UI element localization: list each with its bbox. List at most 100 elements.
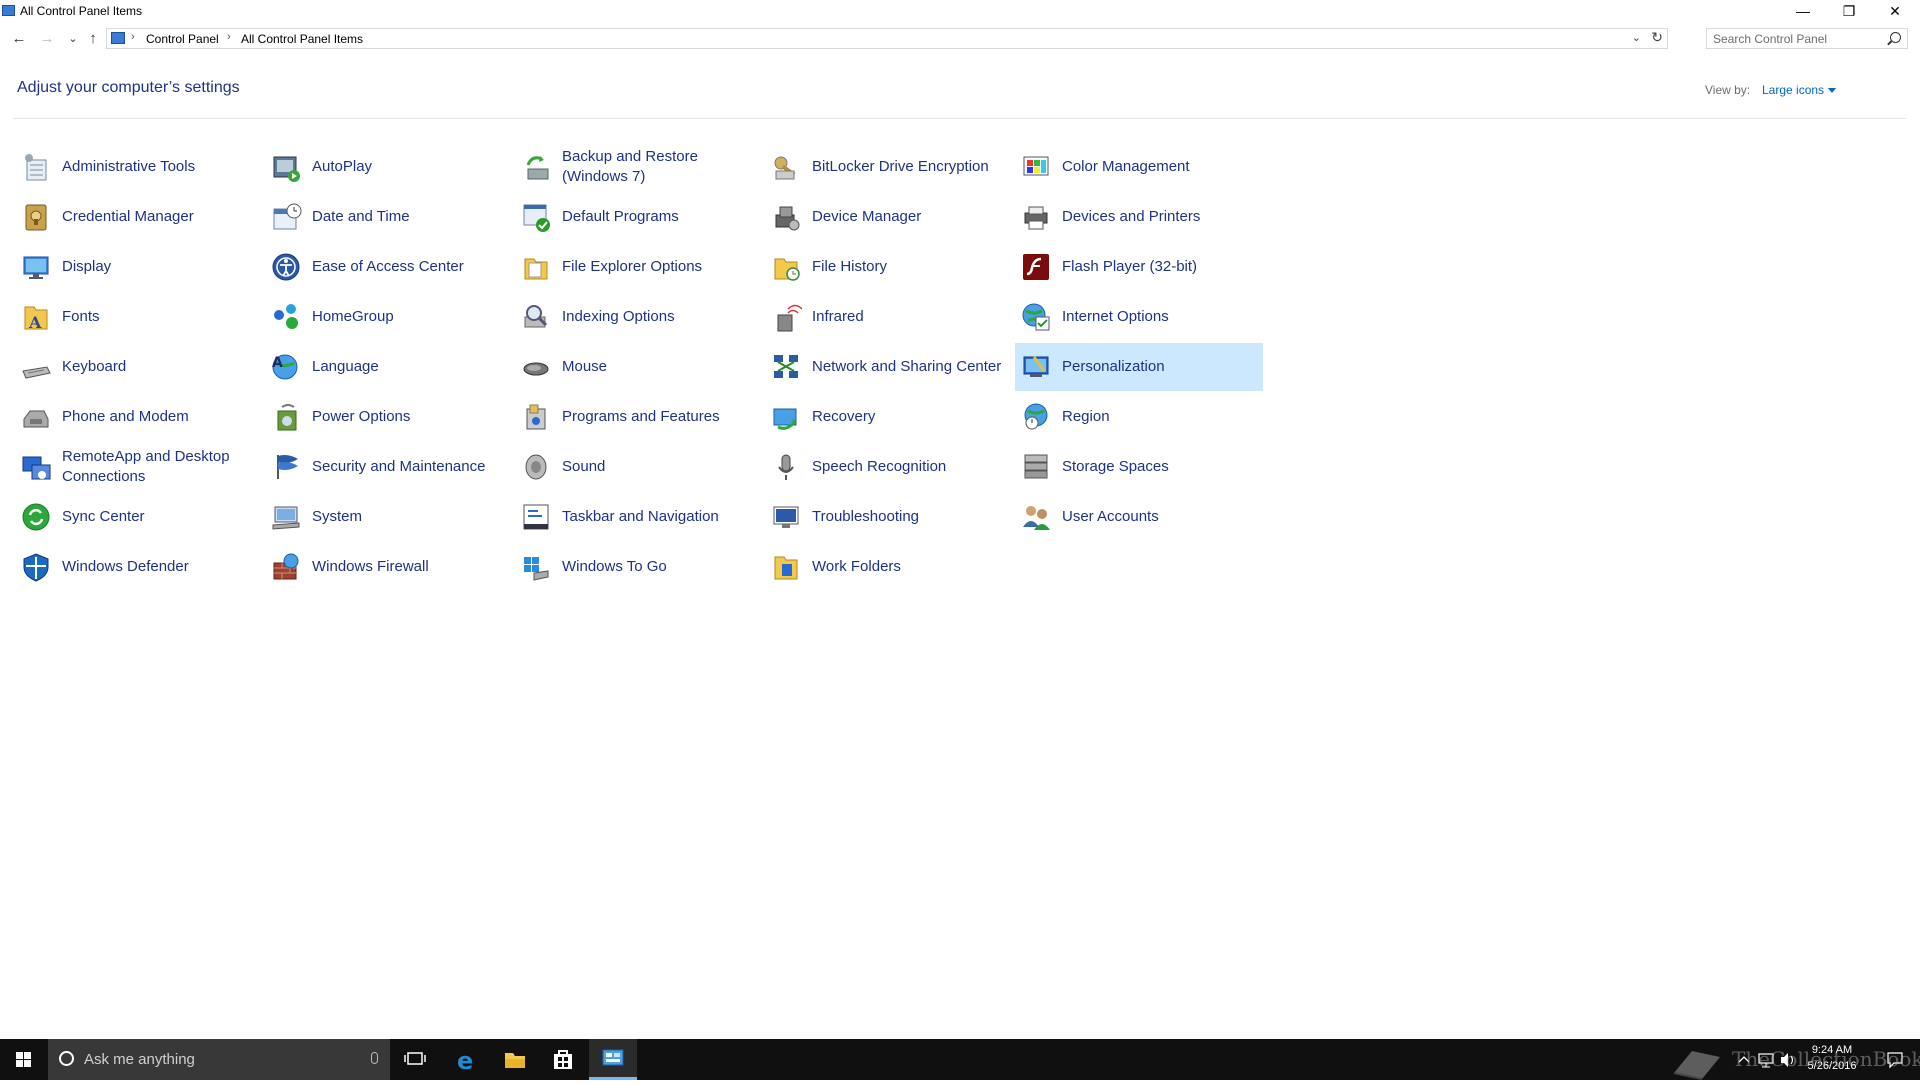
control-panel-item-label[interactable]: User Accounts bbox=[1062, 493, 1258, 541]
control-panel-item[interactable]: Windows Firewall bbox=[265, 543, 513, 591]
control-panel-item[interactable]: Storage Spaces bbox=[1015, 443, 1263, 491]
breadcrumb-control-panel[interactable]: Control Panel bbox=[146, 32, 219, 46]
control-panel-item-label[interactable]: Keyboard bbox=[62, 343, 258, 391]
control-panel-item[interactable]: Color Management bbox=[1015, 143, 1263, 191]
control-panel-item[interactable]: Date and Time bbox=[265, 193, 513, 241]
control-panel-item[interactable]: Ease of Access Center bbox=[265, 243, 513, 291]
control-panel-item-label[interactable]: File Explorer Options bbox=[562, 243, 758, 291]
taskbar-navigation-icon[interactable] bbox=[520, 501, 552, 533]
windows-defender-icon[interactable] bbox=[20, 551, 52, 583]
control-panel-item-label[interactable]: Power Options bbox=[312, 393, 508, 441]
control-panel-item-label[interactable]: Indexing Options bbox=[562, 293, 758, 341]
control-panel-item-label[interactable]: Storage Spaces bbox=[1062, 443, 1258, 491]
control-panel-item-label[interactable]: RemoteApp and Desktop Connections bbox=[62, 443, 258, 491]
power-options-icon[interactable] bbox=[270, 401, 302, 433]
recovery-icon[interactable] bbox=[770, 401, 802, 433]
autoplay-icon[interactable] bbox=[270, 151, 302, 183]
color-management-icon[interactable] bbox=[1020, 151, 1052, 183]
windows-firewall-icon[interactable] bbox=[270, 551, 302, 583]
control-panel-item-label[interactable]: Device Manager bbox=[812, 193, 1008, 241]
control-panel-item-label[interactable]: Troubleshooting bbox=[812, 493, 1008, 541]
control-panel-item[interactable]: Credential Manager bbox=[15, 193, 263, 241]
default-programs-icon[interactable] bbox=[520, 201, 552, 233]
control-panel-item-label[interactable]: Mouse bbox=[562, 343, 758, 391]
keyboard-icon[interactable] bbox=[20, 351, 52, 383]
minimize-button[interactable]: — bbox=[1780, 0, 1826, 22]
search-box[interactable] bbox=[1706, 28, 1908, 49]
control-panel-item[interactable]: A Language bbox=[265, 343, 513, 391]
breadcrumb-separator[interactable]: › bbox=[227, 31, 231, 43]
control-panel-item-label[interactable]: Windows Firewall bbox=[312, 543, 508, 591]
control-panel-item[interactable]: Power Options bbox=[265, 393, 513, 441]
search-input[interactable] bbox=[1713, 31, 1883, 46]
control-panel-item[interactable]: Region bbox=[1015, 393, 1263, 441]
device-manager-icon[interactable] bbox=[770, 201, 802, 233]
control-panel-item-label[interactable]: Programs and Features bbox=[562, 393, 758, 441]
control-panel-item-label[interactable]: Sound bbox=[562, 443, 758, 491]
mouse-icon[interactable] bbox=[520, 351, 552, 383]
homegroup-icon[interactable] bbox=[270, 301, 302, 333]
sound-icon[interactable] bbox=[520, 451, 552, 483]
control-panel-item[interactable]: User Accounts bbox=[1015, 493, 1263, 541]
flash-player-icon[interactable] bbox=[1020, 251, 1052, 283]
back-button[interactable]: ← bbox=[8, 28, 30, 50]
speech-recognition-icon[interactable] bbox=[770, 451, 802, 483]
control-panel-item-label[interactable]: Phone and Modem bbox=[62, 393, 258, 441]
user-accounts-icon[interactable] bbox=[1020, 501, 1052, 533]
sync-center-icon[interactable] bbox=[20, 501, 52, 533]
security-maintenance-icon[interactable] bbox=[270, 451, 302, 483]
control-panel-item[interactable]: File Explorer Options bbox=[515, 243, 763, 291]
control-panel-item[interactable]: RemoteApp and Desktop Connections bbox=[15, 443, 263, 491]
control-panel-item[interactable]: AutoPlay bbox=[265, 143, 513, 191]
control-panel-item-label[interactable]: File History bbox=[812, 243, 1008, 291]
internet-options-icon[interactable] bbox=[1020, 301, 1052, 333]
control-panel-item[interactable]: Indexing Options bbox=[515, 293, 763, 341]
phone-modem-icon[interactable] bbox=[20, 401, 52, 433]
control-panel-item[interactable]: Display bbox=[15, 243, 263, 291]
control-panel-item-label[interactable]: Windows Defender bbox=[62, 543, 258, 591]
cortana-search-placeholder[interactable]: Ask me anything bbox=[84, 1051, 195, 1068]
control-panel-item[interactable]: Flash Player (32-bit) bbox=[1015, 243, 1263, 291]
control-panel-item-label[interactable]: Language bbox=[312, 343, 508, 391]
control-panel-item[interactable]: Security and Maintenance bbox=[265, 443, 513, 491]
chevron-down-icon[interactable] bbox=[1828, 88, 1837, 94]
control-panel-item-label[interactable]: Administrative Tools bbox=[62, 143, 258, 191]
bitlocker-icon[interactable] bbox=[770, 151, 802, 183]
control-panel-item-label[interactable]: Recovery bbox=[812, 393, 1008, 441]
remoteapp-icon[interactable] bbox=[20, 451, 52, 483]
control-panel-item-label[interactable]: Network and Sharing Center bbox=[812, 343, 1008, 391]
start-button[interactable] bbox=[0, 1039, 48, 1080]
control-panel-item-label[interactable]: Infrared bbox=[812, 293, 1008, 341]
control-panel-item[interactable]: Programs and Features bbox=[515, 393, 763, 441]
cortana-search-box[interactable]: Ask me anything bbox=[48, 1039, 390, 1080]
control-panel-item-label[interactable]: Date and Time bbox=[312, 193, 508, 241]
control-panel-item[interactable]: Backup and Restore (Windows 7) bbox=[515, 143, 763, 191]
windows-to-go-icon[interactable] bbox=[520, 551, 552, 583]
infrared-icon[interactable] bbox=[770, 301, 802, 333]
programs-features-icon[interactable] bbox=[520, 401, 552, 433]
store-button[interactable] bbox=[539, 1039, 587, 1080]
control-panel-item-label[interactable]: Credential Manager bbox=[62, 193, 258, 241]
control-panel-item[interactable]: Personalization bbox=[1015, 343, 1263, 391]
work-folders-icon[interactable] bbox=[770, 551, 802, 583]
file-explorer-button[interactable] bbox=[491, 1039, 539, 1080]
control-panel-item-label[interactable]: Display bbox=[62, 243, 258, 291]
control-panel-item-label[interactable]: Speech Recognition bbox=[812, 443, 1008, 491]
search-icon[interactable] bbox=[1890, 32, 1901, 43]
control-panel-item[interactable]: Infrared bbox=[765, 293, 1013, 341]
control-panel-item[interactable]: Windows Defender bbox=[15, 543, 263, 591]
network-sharing-icon[interactable] bbox=[770, 351, 802, 383]
control-panel-item[interactable]: Internet Options bbox=[1015, 293, 1263, 341]
control-panel-item-label[interactable]: Devices and Printers bbox=[1062, 193, 1258, 241]
control-panel-item[interactable]: Speech Recognition bbox=[765, 443, 1013, 491]
control-panel-item[interactable]: Device Manager bbox=[765, 193, 1013, 241]
control-panel-item[interactable]: A Fonts bbox=[15, 293, 263, 341]
storage-spaces-icon[interactable] bbox=[1020, 451, 1052, 483]
view-by-dropdown[interactable]: Large icons bbox=[1762, 83, 1837, 97]
control-panel-item[interactable]: Mouse bbox=[515, 343, 763, 391]
control-panel-item-label[interactable]: Internet Options bbox=[1062, 293, 1258, 341]
control-panel-item-label[interactable]: AutoPlay bbox=[312, 143, 508, 191]
ease-of-access-icon[interactable] bbox=[270, 251, 302, 283]
view-by-value[interactable]: Large icons bbox=[1762, 83, 1824, 97]
control-panel-item-label[interactable]: BitLocker Drive Encryption bbox=[812, 143, 1008, 191]
